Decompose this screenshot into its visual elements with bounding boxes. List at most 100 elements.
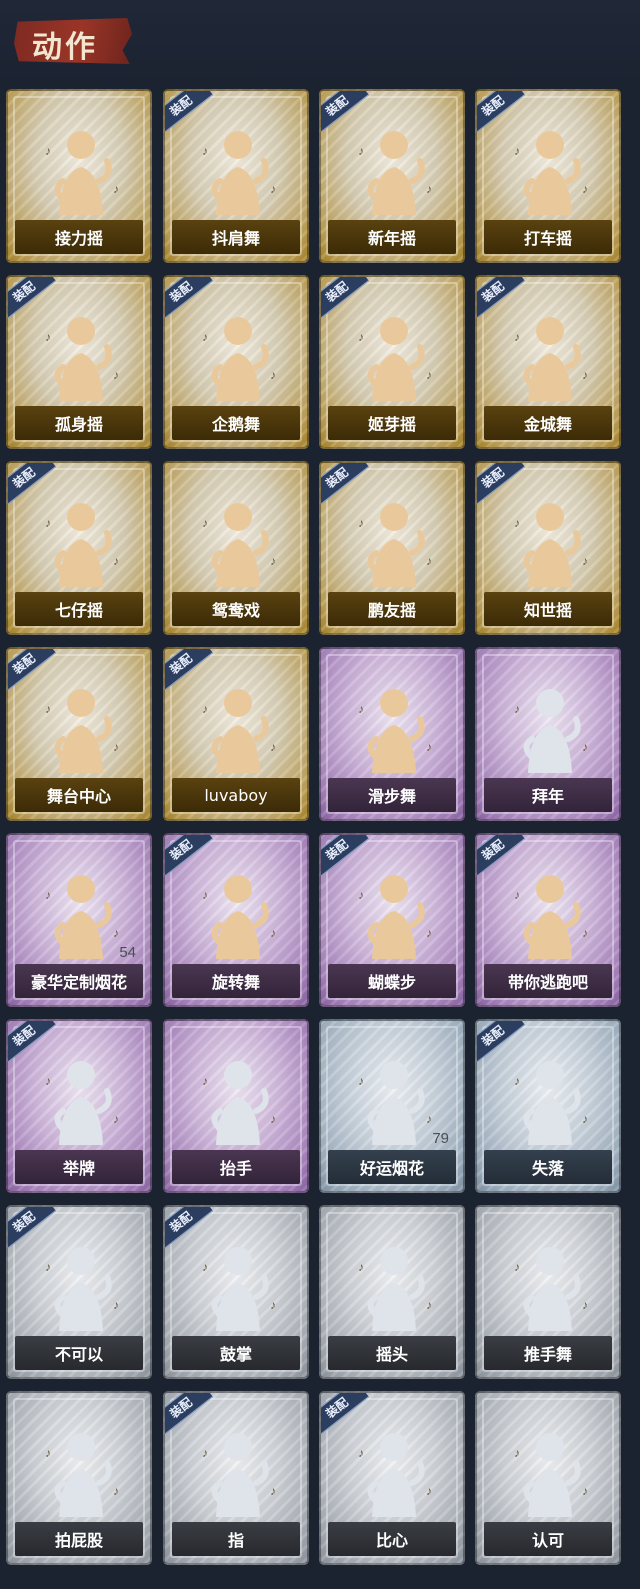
emote-card[interactable]: ♪ ♪ 不可以 装配 (6, 1205, 152, 1379)
figure-dance-icon: ♪♪ (45, 317, 119, 401)
emote-card[interactable]: ♪ ♪ 知世摇 装配 (475, 461, 621, 635)
svg-text:♪: ♪ (582, 1112, 588, 1126)
emote-card[interactable]: ♪ ♪ 企鹅舞 装配 (163, 275, 309, 449)
svg-text:♪: ♪ (426, 1112, 432, 1126)
emote-card[interactable]: ♪ ♪ 打车摇 装配 (475, 89, 621, 263)
svg-text:♪: ♪ (270, 1112, 276, 1126)
finger-wag-icon: ♪♪ (45, 1247, 119, 1331)
emote-card[interactable]: ♪ ♪ 抖肩舞 装配 (163, 89, 309, 263)
svg-text:♪: ♪ (514, 516, 520, 530)
emote-card[interactable]: ♪ ♪ 比心 装配 (319, 1391, 465, 1565)
figure-dance-icon: ♪♪ (358, 689, 432, 773)
figure-dance-icon: ♪♪ (45, 689, 119, 773)
figure-dance-icon: ♪♪ (202, 317, 276, 401)
emote-card[interactable]: ♪ ♪ 推手舞 (475, 1205, 621, 1379)
svg-text:♪: ♪ (270, 1298, 276, 1312)
svg-text:♪: ♪ (582, 740, 588, 754)
figure-dance-icon: ♪♪ (45, 131, 119, 215)
figure-dance-icon: ♪♪ (202, 689, 276, 773)
emote-name: 接力摇 (15, 220, 143, 254)
emote-name: 打车摇 (484, 220, 612, 254)
emote-card[interactable]: ♪ ♪ 舞台中心 装配 (6, 647, 152, 821)
svg-text:♪: ♪ (426, 554, 432, 568)
emote-name: 拜年 (484, 778, 612, 812)
svg-text:♪: ♪ (45, 888, 51, 902)
emote-card[interactable]: ♪ ♪ 带你逃跑吧 装配 (475, 833, 621, 1007)
emote-card[interactable]: ♪ ♪ 抬手 (163, 1019, 309, 1193)
emote-card[interactable]: ♪ ♪ 旋转舞 装配 (163, 833, 309, 1007)
emote-card[interactable]: ♪ ♪ 摇头 (319, 1205, 465, 1379)
emote-card[interactable]: ♪ ♪ 孤身摇 装配 (6, 275, 152, 449)
figure-shake-icon: ♪♪ (358, 1247, 432, 1331)
emote-name: 鹏友摇 (328, 592, 456, 626)
emote-card[interactable]: ♪ ♪ 79 好运烟花 (319, 1019, 465, 1193)
svg-text:♪: ♪ (113, 926, 119, 940)
svg-text:♪: ♪ (270, 182, 276, 196)
svg-text:♪: ♪ (270, 554, 276, 568)
svg-text:♪: ♪ (358, 516, 364, 530)
finger-heart-icon: ♪♪ (358, 1433, 432, 1517)
emote-card[interactable]: ♪ ♪ 鹏友摇 装配 (319, 461, 465, 635)
svg-text:♪: ♪ (358, 1074, 364, 1088)
thumbs-up-icon: ♪♪ (514, 1433, 588, 1517)
emote-card[interactable]: ♪ ♪ 鼓掌 装配 (163, 1205, 309, 1379)
emote-name: 七仔摇 (15, 592, 143, 626)
svg-text:♪: ♪ (45, 1074, 51, 1088)
emote-card[interactable]: ♪ ♪ 拜年 (475, 647, 621, 821)
svg-text:♪: ♪ (514, 1446, 520, 1460)
figure-spank-icon: ♪♪ (45, 1433, 119, 1517)
svg-text:♪: ♪ (358, 330, 364, 344)
figure-dance-icon: ♪♪ (358, 317, 432, 401)
emote-name: 抖肩舞 (172, 220, 300, 254)
emote-card[interactable]: ♪ ♪ 指装配 (163, 1391, 309, 1565)
fireworks-icon: ♪♪ (45, 875, 119, 959)
svg-text:♪: ♪ (514, 888, 520, 902)
svg-text:♪: ♪ (45, 144, 51, 158)
emote-card[interactable]: ♪ ♪ 失落 装配 (475, 1019, 621, 1193)
svg-text:♪: ♪ (202, 702, 208, 716)
emote-card[interactable]: ♪ ♪ 举牌 装配 (6, 1019, 152, 1193)
figure-dance-icon: ♪♪ (514, 317, 588, 401)
svg-text:♪: ♪ (426, 926, 432, 940)
svg-text:♪: ♪ (514, 330, 520, 344)
emote-card[interactable]: ♪ ♪ 接力摇 (6, 89, 152, 263)
emote-card[interactable]: ♪ ♪ 54 豪华定制烟花 (6, 833, 152, 1007)
svg-text:♪: ♪ (113, 554, 119, 568)
emote-card[interactable]: ♪ ♪ 七仔摇 装配 (6, 461, 152, 635)
emote-name: 带你逃跑吧 (484, 964, 612, 998)
emote-card[interactable]: ♪ ♪ 金城舞 装配 (475, 275, 621, 449)
emote-name: 豪华定制烟花 (15, 964, 143, 998)
emote-card[interactable]: ♪ ♪ 蝴蝶步 装配 (319, 833, 465, 1007)
item-count: 54 (119, 944, 136, 961)
emote-card[interactable]: ♪ ♪ 滑步舞 (319, 647, 465, 821)
emote-card[interactable]: ♪ ♪ 认可 (475, 1391, 621, 1565)
emote-card[interactable]: ♪ ♪ 鸳鸯戏 (163, 461, 309, 635)
figure-dance-icon: ♪♪ (358, 131, 432, 215)
emote-name: 企鹅舞 (172, 406, 300, 440)
emote-name: 知世摇 (484, 592, 612, 626)
emote-name: 指 (172, 1522, 300, 1556)
svg-text:♪: ♪ (426, 1484, 432, 1498)
svg-text:♪: ♪ (358, 888, 364, 902)
svg-text:♪: ♪ (45, 702, 51, 716)
svg-text:♪: ♪ (582, 926, 588, 940)
emote-card[interactable]: ♪ ♪ 姬芽摇 装配 (319, 275, 465, 449)
svg-text:♪: ♪ (202, 1446, 208, 1460)
figure-crawl-icon: ♪♪ (514, 1061, 588, 1145)
emote-name: 比心 (328, 1522, 456, 1556)
svg-text:♪: ♪ (202, 1260, 208, 1274)
emote-name: 推手舞 (484, 1336, 612, 1370)
emote-card[interactable]: ♪ ♪ luvaboy 装配 (163, 647, 309, 821)
svg-text:♪: ♪ (113, 182, 119, 196)
emote-name: 举牌 (15, 1150, 143, 1184)
svg-text:♪: ♪ (582, 182, 588, 196)
svg-text:♪: ♪ (358, 1260, 364, 1274)
emote-card[interactable]: ♪ ♪ 拍屁股 (6, 1391, 152, 1565)
svg-text:♪: ♪ (426, 1298, 432, 1312)
emote-name: luvaboy (172, 778, 300, 812)
emote-card[interactable]: ♪ ♪ 新年摇 装配 (319, 89, 465, 263)
emote-grid: ♪ ♪ 接力摇 ♪ ♪ 抖肩舞 装配 ♪ ♪ 新年摇 装配 ♪ ♪ 打车摇 装配 ♪ ♪ 孤身摇 装配 ♪ ♪ 企鹅舞 装配… (0, 0, 640, 1589)
emote-name: 舞台中心 (15, 778, 143, 812)
clap-icon: ♪♪ (202, 1247, 276, 1331)
emote-name: 失落 (484, 1150, 612, 1184)
